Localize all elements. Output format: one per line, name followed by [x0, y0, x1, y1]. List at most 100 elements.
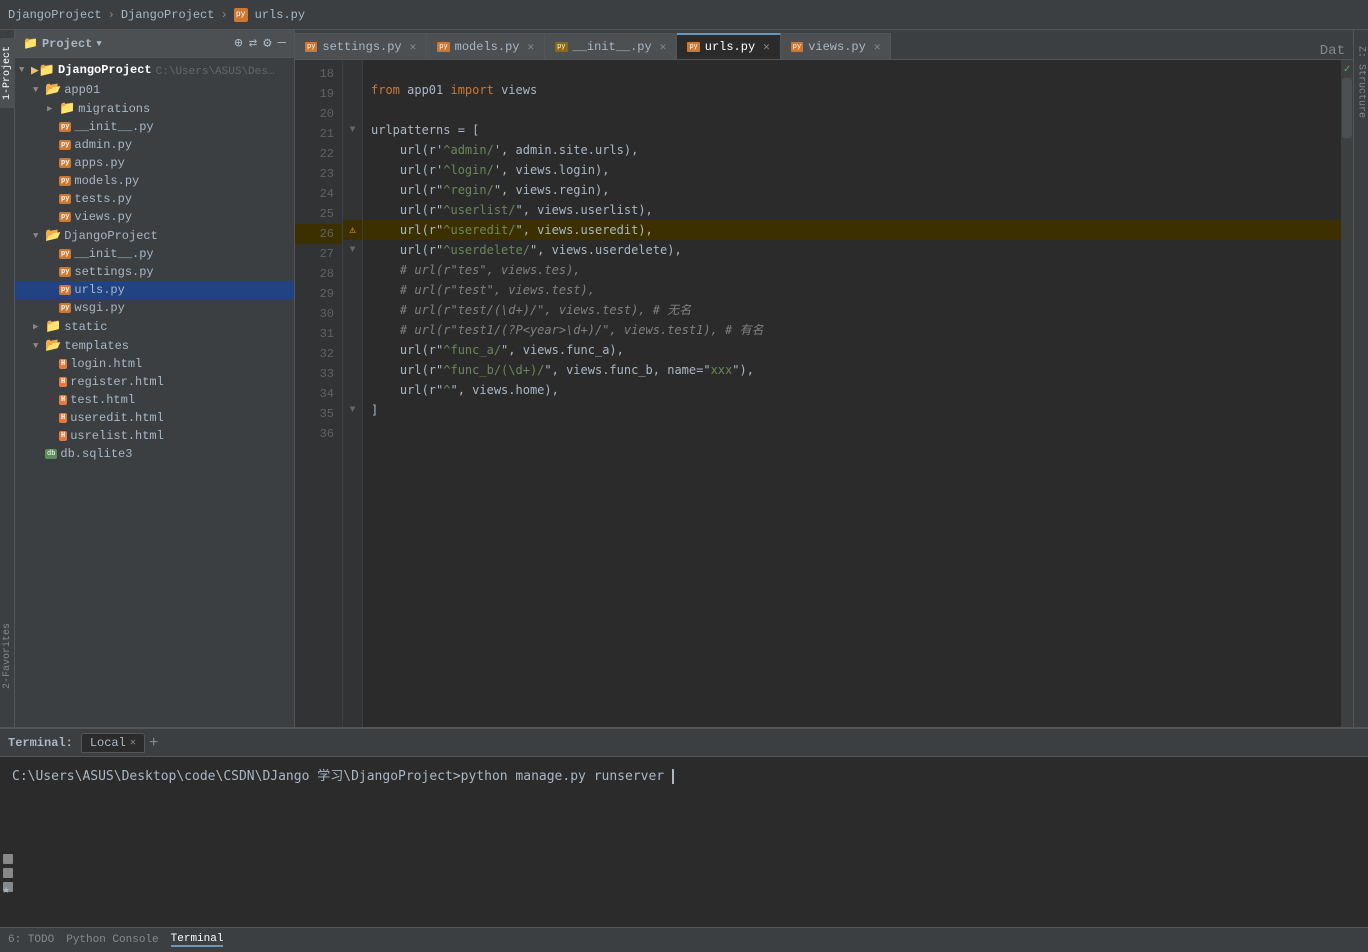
project-action-locate[interactable]: ⊕ — [234, 35, 242, 52]
tab-close[interactable]: ✕ — [874, 40, 881, 54]
gutter-line-26[interactable]: ⚠ — [343, 220, 362, 240]
scroll-thumb[interactable] — [1342, 78, 1352, 138]
tree-item-register-html[interactable]: Hregister.html — [15, 373, 294, 391]
breadcrumb: DjangoProject › DjangoProject › py urls.… — [8, 8, 305, 22]
tree-label: migrations — [78, 102, 150, 116]
status-tab-6:-todo[interactable]: 6: TODO — [8, 934, 54, 946]
tree-item-urls-py[interactable]: pyurls.py — [15, 281, 294, 299]
terminal-command: C:\Users\ASUS\Desktop\code\CSDN\DJango 学… — [12, 769, 664, 784]
code-line-36 — [363, 420, 1341, 440]
project-action-settings[interactable]: ⚙ — [263, 35, 271, 52]
tab-close[interactable]: ✕ — [660, 40, 667, 54]
tree-item-settings-py[interactable]: pysettings.py — [15, 263, 294, 281]
terminal-content[interactable]: C:\Users\ASUS\Desktop\code\CSDN\DJango 学… — [0, 757, 1368, 927]
favorites-side-tab[interactable]: 2-Favorites — [0, 615, 15, 697]
right-structure-panel: Z: Structure — [1353, 30, 1368, 727]
code-line-26: url(r"^useredit/", views.useredit), — [363, 220, 1341, 240]
code-line-25: url(r"^userlist/", views.userlist), — [363, 200, 1341, 220]
tree-item-useredit-html[interactable]: Huseredit.html — [15, 409, 294, 427]
tab-settings[interactable]: py settings.py ✕ — [295, 33, 427, 59]
line-number-24: 24 — [295, 184, 342, 204]
tree-label: DjangoProject — [64, 229, 158, 243]
terminal-tab-close[interactable]: ✕ — [130, 737, 136, 749]
breadcrumb-icon: py — [234, 8, 248, 22]
tree-label: app01 — [64, 83, 100, 97]
token: urlpatterns — [371, 120, 450, 140]
code-content[interactable]: from app01 import viewsurlpatterns = [ u… — [363, 60, 1341, 727]
line-number-28: 28 — [295, 264, 342, 284]
tree-item-admin-py[interactable]: pyadmin.py — [15, 136, 294, 154]
token: views — [501, 80, 537, 100]
terminal-add-button[interactable]: + — [149, 734, 159, 752]
tree-item-db-sqlite3[interactable]: dbdb.sqlite3 — [15, 445, 294, 463]
tree-item-test-html[interactable]: Htest.html — [15, 391, 294, 409]
project-title: 📁 Project ▼ — [23, 36, 102, 51]
token: ^regin/ — [443, 180, 494, 200]
tab-close[interactable]: ✕ — [527, 40, 534, 54]
tab-models[interactable]: py models.py ✕ — [427, 33, 545, 59]
structure-side-tab[interactable]: Z: Structure — [1354, 38, 1368, 126]
breadcrumb-root[interactable]: DjangoProject — [8, 8, 102, 22]
tab-urls[interactable]: py urls.py ✕ — [677, 33, 780, 59]
tree-item-init-py[interactable]: py__init__.py — [15, 118, 294, 136]
tree-item-login-html[interactable]: Hlogin.html — [15, 355, 294, 373]
token: ^ — [443, 380, 450, 400]
right-scrollbar[interactable]: ✓ — [1341, 60, 1353, 727]
py-icon: py — [59, 249, 71, 259]
tree-item-apps-py[interactable]: pyapps.py — [15, 154, 294, 172]
gutter-line-35[interactable]: ▼ — [343, 400, 362, 420]
status-tab-terminal[interactable]: Terminal — [171, 933, 224, 947]
token: ', admin.site.urls), — [494, 140, 639, 160]
tab-panel-button[interactable]: Dat — [1312, 43, 1353, 59]
status-tab-python-console[interactable]: Python Console — [66, 934, 158, 946]
fold-icon[interactable]: ▼ — [349, 405, 355, 416]
html-icon: H — [59, 395, 67, 405]
fold-icon[interactable]: ▼ — [349, 125, 355, 136]
line-number-26: 26 — [295, 224, 342, 244]
tree-extra: C:\Users\ASUS\Desktop\code\CSDN\DJango 学… — [156, 62, 276, 78]
token: ", views.useredit), — [516, 220, 653, 240]
gutter-line-21[interactable]: ▼ — [343, 120, 362, 140]
token: url(r" — [371, 240, 443, 260]
gutter-line-27[interactable]: ▼ — [343, 240, 362, 260]
folder-icon: 📂 — [45, 338, 61, 353]
tree-item-templates[interactable]: ▼📂templates — [15, 336, 294, 355]
project-side-tab[interactable]: 1-Project — [0, 38, 15, 108]
tree-item-static[interactable]: ▶📁static — [15, 317, 294, 336]
terminal-tab-local[interactable]: Local ✕ — [81, 733, 145, 753]
tab-views[interactable]: py views.py ✕ — [781, 33, 892, 59]
project-dropdown-icon[interactable]: ▼ — [96, 39, 101, 49]
token: url(r" — [371, 380, 443, 400]
tree-item-usrelist-html[interactable]: Husrelist.html — [15, 427, 294, 445]
fold-icon[interactable]: ▼ — [349, 245, 355, 256]
line-number-23: 23 — [295, 164, 342, 184]
gutter-line-20 — [343, 100, 362, 120]
gutter-line-31 — [343, 320, 362, 340]
tab-close[interactable]: ✕ — [763, 40, 770, 54]
tree-item-init-py2[interactable]: py__init__.py — [15, 245, 294, 263]
gutter-line-36 — [343, 420, 362, 440]
html-icon: H — [59, 359, 67, 369]
tree-item-views-py[interactable]: pyviews.py — [15, 208, 294, 226]
tree-item-tests-py[interactable]: pytests.py — [15, 190, 294, 208]
tree-item-djangoproject-sub[interactable]: ▼📂DjangoProject — [15, 226, 294, 245]
tree-item-wsgi-py[interactable]: pywsgi.py — [15, 299, 294, 317]
breadcrumb-sub[interactable]: DjangoProject — [121, 8, 215, 22]
line-number-33: 33 — [295, 364, 342, 384]
tab-label: views.py — [808, 40, 866, 54]
db-icon: db — [45, 449, 57, 459]
token: xxx — [711, 360, 733, 380]
tab-bar: py settings.py ✕ py models.py ✕ py __ini… — [295, 30, 1353, 60]
tree-item-migrations[interactable]: ▶📁migrations — [15, 99, 294, 118]
tree-item-models-py[interactable]: pymodels.py — [15, 172, 294, 190]
tree-label: apps.py — [74, 156, 124, 170]
tab-close[interactable]: ✕ — [410, 40, 417, 54]
folder-icon: 📂 — [45, 228, 61, 243]
tree-label: static — [64, 320, 107, 334]
tree-item-app01[interactable]: ▼📂app01 — [15, 80, 294, 99]
html-icon: H — [59, 431, 67, 441]
tree-item-djangoproject-root[interactable]: ▼▶📁DjangoProjectC:\Users\ASUS\Desktop\co… — [15, 60, 294, 80]
project-action-minimize[interactable]: — — [278, 35, 286, 52]
tab-init[interactable]: py __init__.py ✕ — [545, 33, 677, 59]
project-action-expand[interactable]: ⇄ — [249, 35, 257, 52]
